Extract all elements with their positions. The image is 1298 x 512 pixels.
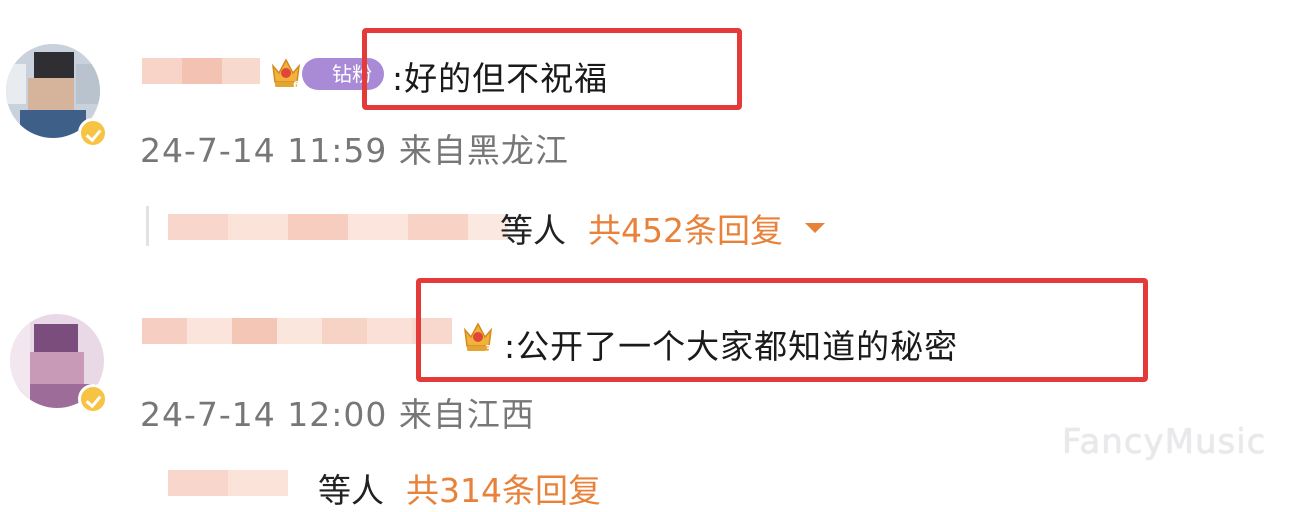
comment-item: 6 钻粉 :好的但不祝福 24-7-14 11:59 来自黑龙江 等人 共452… (0, 0, 1298, 260)
reply-count-link[interactable]: 共452条回复 (588, 204, 783, 252)
reply-divider (146, 206, 149, 246)
username-blurred[interactable] (142, 58, 260, 84)
crown-icon: 6 (271, 58, 301, 90)
comment-text: :好的但不祝福 (392, 59, 609, 98)
reply-summary[interactable]: 等人 共452条回复 (500, 204, 825, 252)
comment-text: :公开了一个大家都知道的秘密 (504, 327, 959, 366)
replier-names-blurred (168, 214, 508, 240)
crown-icon: 3 (463, 322, 493, 354)
verified-icon (78, 118, 108, 148)
username-blurred[interactable] (142, 318, 452, 344)
replier-names-blurred (168, 470, 288, 496)
comment-timestamp: 24-7-14 11:59 来自黑龙江 (140, 131, 569, 170)
reply-people-suffix: 等人 (318, 471, 384, 510)
svg-text:6: 6 (293, 80, 300, 90)
reply-people-suffix: 等人 (500, 211, 566, 250)
watermark: FancyMusic (1062, 422, 1267, 462)
comment-timestamp: 24-7-14 12:00 来自江西 (140, 395, 535, 434)
svg-text:3: 3 (485, 344, 492, 354)
verified-icon (78, 384, 108, 414)
reply-summary[interactable]: 等人 共314条回复 (318, 464, 601, 512)
chevron-down-icon[interactable] (805, 223, 825, 233)
reply-count-link[interactable]: 共314条回复 (406, 464, 601, 512)
